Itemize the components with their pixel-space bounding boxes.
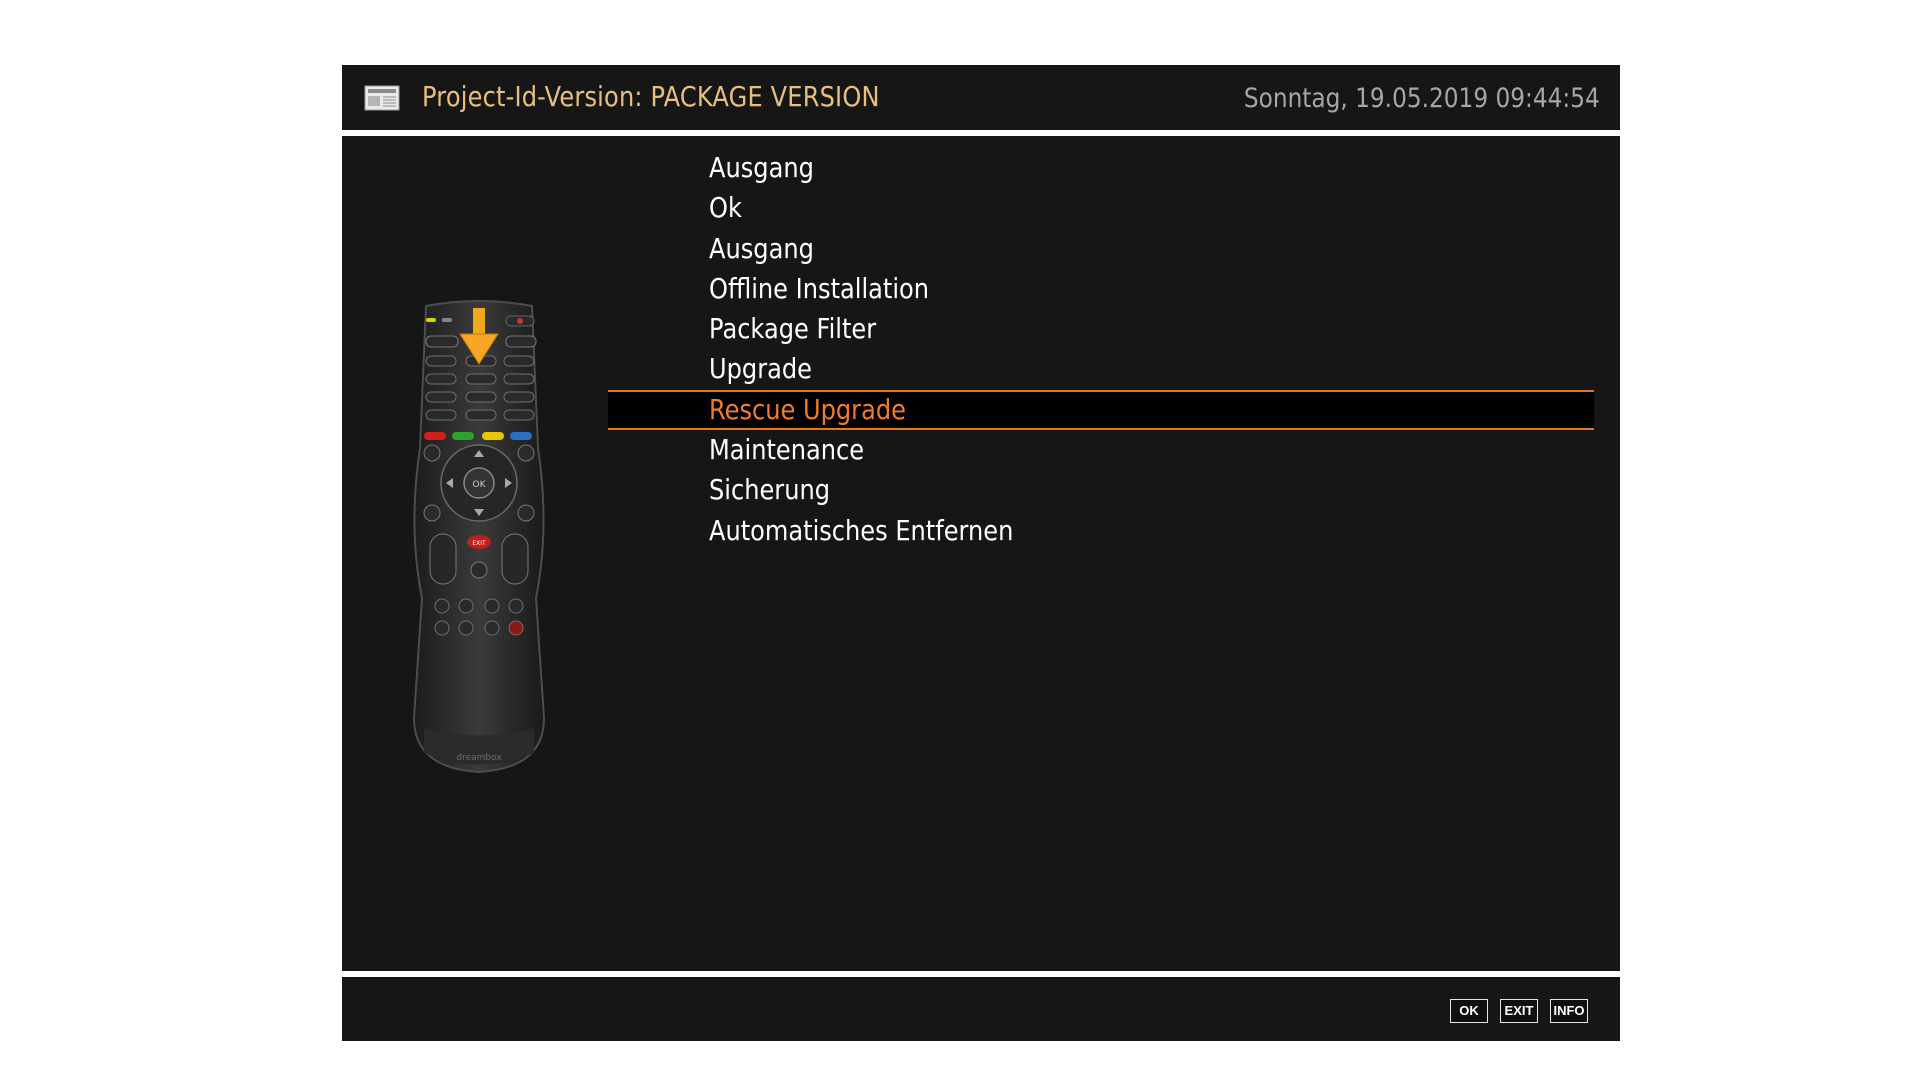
menu-item-label: Automatisches Entfernen bbox=[709, 513, 1014, 547]
header-bar: Project-Id-Version: PACKAGE VERSION Sonn… bbox=[342, 65, 1620, 130]
exit-key-button[interactable]: EXIT bbox=[1500, 999, 1538, 1023]
menu-list: Ausgang Ok Ausgang Offline Installation … bbox=[608, 148, 1594, 551]
menu-item-label: Package Filter bbox=[709, 312, 877, 346]
menu-item-rescue-upgrade[interactable]: Rescue Upgrade bbox=[608, 389, 1594, 431]
remote-ok-label: OK bbox=[473, 480, 487, 490]
date-time: Sonntag, 19.05.2019 09:44:54 bbox=[1244, 83, 1600, 114]
menu-item-label: Maintenance bbox=[709, 433, 865, 467]
menu-item-ok[interactable]: Ok bbox=[608, 188, 1594, 228]
footer-bar: OK EXIT INFO bbox=[342, 977, 1620, 1041]
menu-item-label: Ausgang bbox=[709, 231, 814, 265]
menu-item-ausgang-2[interactable]: Ausgang bbox=[608, 229, 1594, 269]
menu-item-package-filter[interactable]: Package Filter bbox=[608, 309, 1594, 349]
menu-item-maintenance[interactable]: Maintenance bbox=[608, 430, 1594, 470]
menu-item-offline-installation[interactable]: Offline Installation bbox=[608, 269, 1594, 309]
remote-exit-label: EXIT bbox=[472, 540, 486, 547]
menu-item-label: Ok bbox=[709, 191, 742, 225]
remote-brand: dreambox bbox=[456, 753, 502, 763]
menu-item-ausgang[interactable]: Ausgang bbox=[608, 148, 1594, 188]
page-title: Project-Id-Version: PACKAGE VERSION bbox=[422, 80, 880, 113]
menu-item-label: Sicherung bbox=[709, 473, 831, 507]
main-panel: dreambox OK EXIT Ausgang Ok Ausgang Offl… bbox=[342, 136, 1620, 971]
menu-item-label: Offline Installation bbox=[709, 271, 930, 305]
menu-item-sicherung[interactable]: Sicherung bbox=[608, 470, 1594, 510]
menu-item-label: Upgrade bbox=[709, 352, 812, 386]
newspaper-icon bbox=[364, 85, 400, 111]
menu-item-automatisches-entfernen[interactable]: Automatisches Entfernen bbox=[608, 511, 1594, 551]
menu-item-upgrade[interactable]: Upgrade bbox=[608, 349, 1594, 389]
info-key-button[interactable]: INFO bbox=[1550, 999, 1588, 1023]
menu-item-label: Ausgang bbox=[709, 151, 814, 184]
menu-item-label: Rescue Upgrade bbox=[709, 392, 906, 426]
ok-key-button[interactable]: OK bbox=[1450, 999, 1488, 1023]
remote-control-illustration: dreambox OK EXIT bbox=[412, 300, 546, 774]
